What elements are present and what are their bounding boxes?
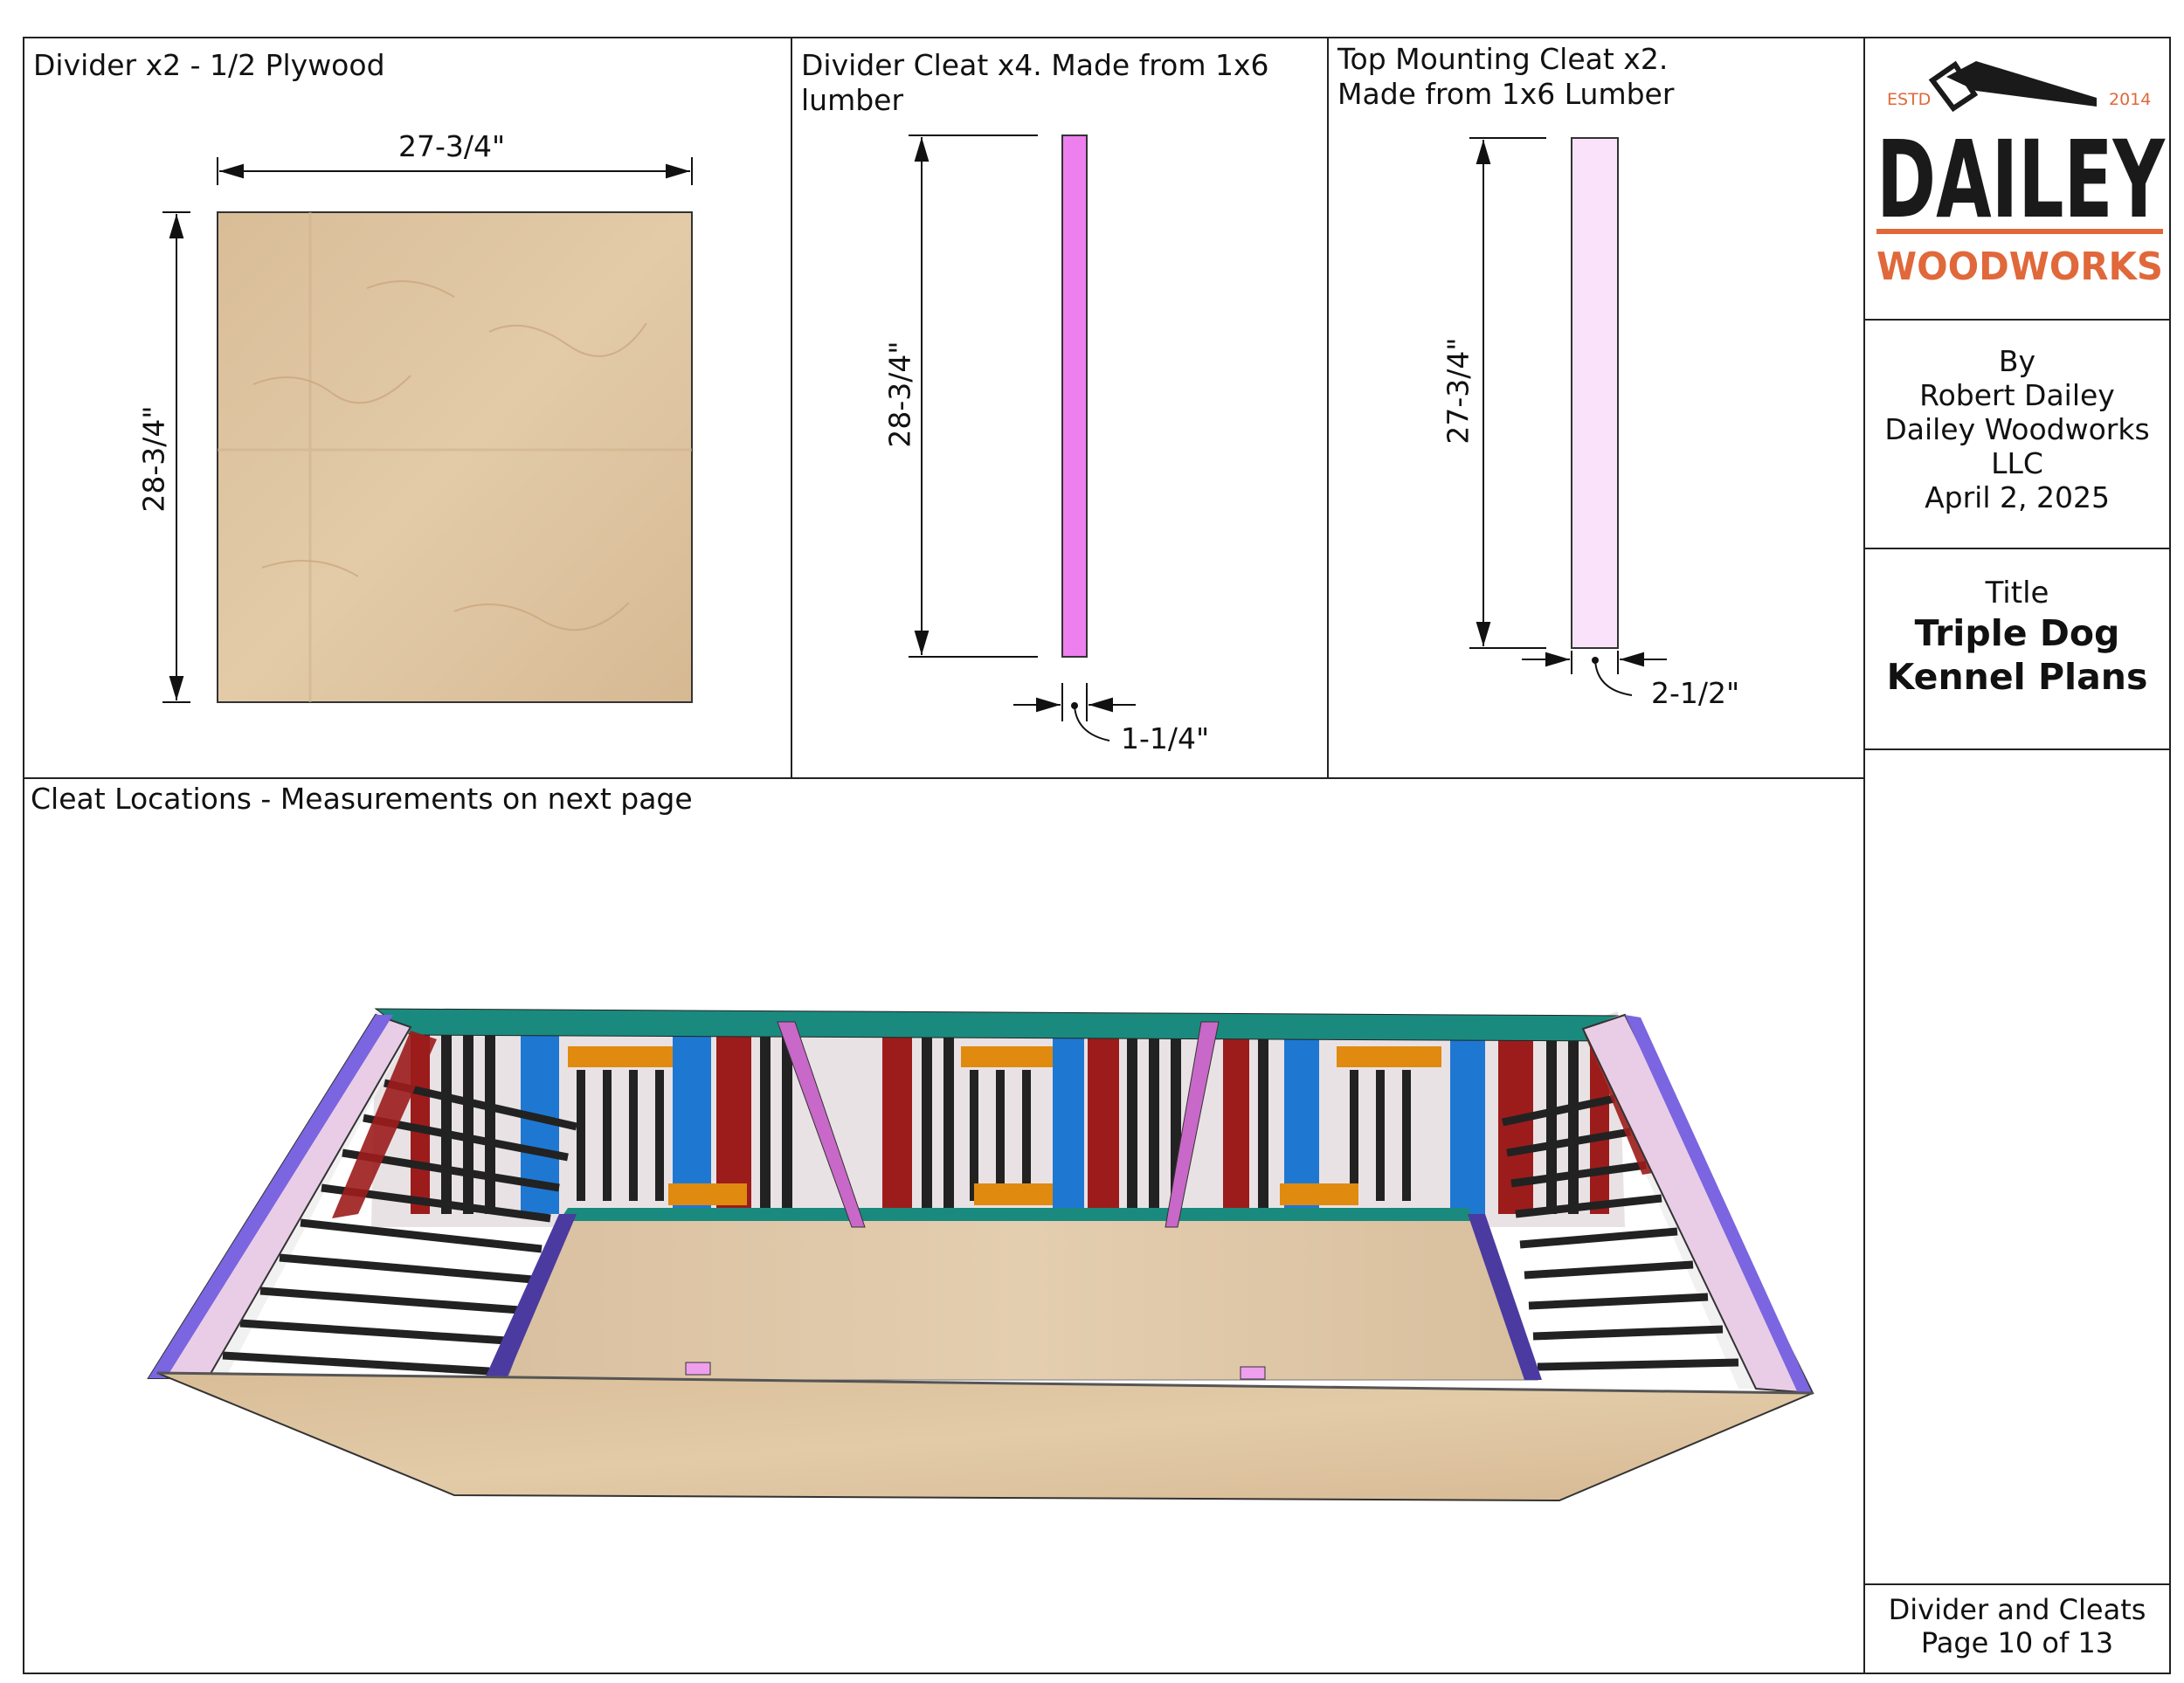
- divider-cleat-width-label: 1-1/4": [1121, 721, 1210, 755]
- sheet-info: Divider and Cleats Page 10 of 13: [1864, 1593, 2170, 1659]
- title-line1: Triple Dog: [1914, 612, 2120, 654]
- divider-cleat-drawing: [1061, 135, 1088, 658]
- divider-cleat-length-dimension: [909, 135, 1038, 658]
- top-cleat-length-dimension: [1469, 137, 1546, 649]
- top-cleat-width-dimension: [1522, 651, 1667, 696]
- logo-sub: WOODWORKS: [1876, 245, 2163, 289]
- author-date: April 2, 2025: [1925, 480, 2110, 514]
- author-block: By Robert Dailey Dailey Woodworks LLC Ap…: [1864, 344, 2170, 514]
- logo-estd: ESTD: [1887, 90, 1931, 109]
- top-cleat-caption-line1: Top Mounting Cleat x2.: [1337, 42, 1669, 76]
- logo-year: 2014: [2109, 90, 2151, 109]
- title-line2: Kennel Plans: [1886, 656, 2148, 698]
- top-cleat-drawing: [1571, 137, 1619, 649]
- divider-cleat-caption-line1: Divider Cleat x4. Made from 1x6: [801, 48, 1269, 82]
- page-number: Page 10 of 13: [1920, 1626, 2114, 1659]
- author-company-suffix: LLC: [1991, 446, 2043, 480]
- divider-cleat-caption-line2: lumber: [801, 83, 904, 117]
- title-label: Title: [1985, 576, 2049, 610]
- divider-plywood-drawing: [217, 211, 693, 703]
- divider-cleat-caption: Divider Cleat x4. Made from 1x6 lumber: [801, 48, 1269, 118]
- top-cleat-caption-line2: Made from 1x6 Lumber: [1337, 77, 1675, 111]
- author-name: Robert Dailey: [1919, 378, 2115, 412]
- divider-height-label: 28-3/4": [136, 405, 171, 513]
- author-company: Dailey Woodworks: [1884, 412, 2150, 446]
- divider-width-label: 27-3/4": [398, 129, 506, 163]
- drawing-sheet: ESTD 2014 DAILEY WOODWORKS: [23, 37, 2171, 1674]
- kennel-3d-view: [147, 1008, 1814, 1502]
- top-cleat-width-label: 2-1/2": [1651, 676, 1740, 710]
- divider-cleat-width-dimension: [1013, 683, 1136, 741]
- title-block: Title Triple Dog Kennel Plans: [1864, 575, 2170, 699]
- divider-caption: Divider x2 - 1/2 Plywood: [33, 48, 385, 82]
- author-by: By: [1998, 344, 2036, 378]
- logo-name: DAILEY: [1876, 118, 2166, 242]
- sheet-name: Divider and Cleats: [1888, 1593, 2146, 1626]
- cleat-locations-caption: Cleat Locations - Measurements on next p…: [31, 782, 693, 816]
- divider-cleat-length-label: 28-3/4": [882, 341, 917, 448]
- top-cleat-caption: Top Mounting Cleat x2. Made from 1x6 Lum…: [1337, 42, 1674, 112]
- top-cleat-length-label: 27-3/4": [1441, 337, 1476, 445]
- dailey-woodworks-logo: ESTD 2014 DAILEY WOODWORKS: [1876, 60, 2166, 289]
